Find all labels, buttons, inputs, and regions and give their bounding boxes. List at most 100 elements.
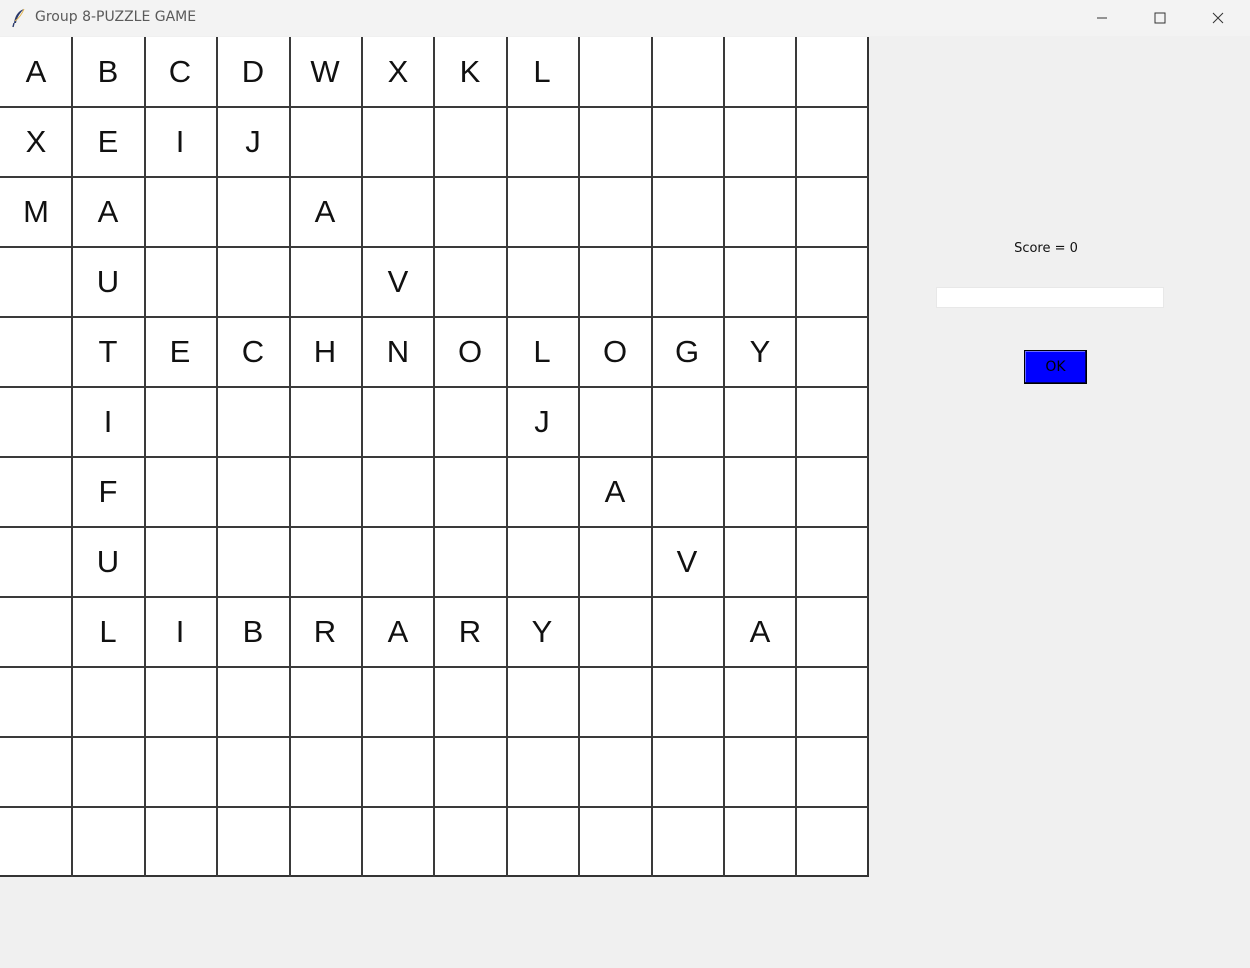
grid-cell[interactable]: L (72, 597, 144, 667)
grid-cell[interactable] (579, 527, 651, 597)
grid-cell[interactable]: J (506, 387, 578, 457)
grid-cell[interactable] (434, 807, 506, 877)
grid-cell[interactable] (289, 667, 361, 737)
grid-cell[interactable] (217, 737, 289, 807)
grid-cell[interactable]: R (289, 597, 361, 667)
grid-cell[interactable] (362, 807, 434, 877)
grid-cell[interactable] (506, 177, 578, 247)
grid-cell[interactable]: Y (724, 317, 796, 387)
grid-cell[interactable] (289, 247, 361, 317)
grid-cell[interactable] (651, 457, 723, 527)
grid-cell[interactable] (0, 737, 72, 807)
grid-cell[interactable]: Y (506, 597, 578, 667)
grid-cell[interactable] (579, 667, 651, 737)
grid-cell[interactable]: A (724, 597, 796, 667)
title-bar[interactable]: Group 8-PUZZLE GAME (0, 0, 1250, 36)
grid-cell[interactable] (506, 737, 578, 807)
grid-cell[interactable] (796, 807, 868, 877)
close-button[interactable] (1189, 0, 1247, 36)
grid-cell[interactable] (579, 737, 651, 807)
grid-cell[interactable] (289, 527, 361, 597)
grid-cell[interactable] (0, 807, 72, 877)
grid-cell[interactable]: D (217, 37, 289, 107)
grid-cell[interactable]: X (362, 37, 434, 107)
grid-cell[interactable]: G (651, 317, 723, 387)
grid-cell[interactable] (796, 247, 868, 317)
grid-cell[interactable] (651, 597, 723, 667)
grid-cell[interactable]: H (289, 317, 361, 387)
grid-cell[interactable] (72, 807, 144, 877)
grid-cell[interactable]: L (506, 37, 578, 107)
grid-cell[interactable] (144, 457, 216, 527)
grid-cell[interactable] (289, 737, 361, 807)
grid-cell[interactable] (362, 667, 434, 737)
grid-cell[interactable] (579, 597, 651, 667)
grid-cell[interactable] (217, 807, 289, 877)
grid-cell[interactable] (579, 37, 651, 107)
grid-cell[interactable] (362, 387, 434, 457)
grid-cell[interactable] (0, 597, 72, 667)
grid-cell[interactable] (434, 387, 506, 457)
grid-cell[interactable]: A (579, 457, 651, 527)
grid-cell[interactable] (506, 107, 578, 177)
minimize-button[interactable] (1073, 0, 1131, 36)
grid-cell[interactable] (506, 667, 578, 737)
grid-cell[interactable] (217, 387, 289, 457)
grid-cell[interactable]: O (434, 317, 506, 387)
grid-cell[interactable] (434, 107, 506, 177)
grid-cell[interactable] (796, 317, 868, 387)
grid-cell[interactable]: U (72, 247, 144, 317)
grid-cell[interactable] (506, 807, 578, 877)
grid-cell[interactable] (0, 387, 72, 457)
grid-cell[interactable] (579, 807, 651, 877)
grid-cell[interactable] (796, 387, 868, 457)
grid-cell[interactable] (0, 527, 72, 597)
grid-cell[interactable] (217, 527, 289, 597)
grid-cell[interactable] (144, 247, 216, 317)
grid-cell[interactable]: V (651, 527, 723, 597)
grid-cell[interactable]: T (72, 317, 144, 387)
grid-cell[interactable] (724, 807, 796, 877)
grid-cell[interactable]: I (72, 387, 144, 457)
grid-cell[interactable] (724, 247, 796, 317)
grid-cell[interactable] (289, 387, 361, 457)
grid-cell[interactable]: B (217, 597, 289, 667)
grid-cell[interactable] (217, 177, 289, 247)
grid-cell[interactable] (796, 527, 868, 597)
answer-input[interactable] (936, 287, 1164, 308)
grid-cell[interactable]: R (434, 597, 506, 667)
grid-cell[interactable] (796, 457, 868, 527)
grid-cell[interactable] (724, 667, 796, 737)
grid-cell[interactable] (144, 737, 216, 807)
grid-cell[interactable] (362, 737, 434, 807)
grid-cell[interactable] (434, 247, 506, 317)
grid-cell[interactable]: A (72, 177, 144, 247)
grid-cell[interactable] (506, 247, 578, 317)
grid-cell[interactable] (651, 107, 723, 177)
grid-cell[interactable] (651, 37, 723, 107)
grid-cell[interactable]: A (0, 37, 72, 107)
maximize-button[interactable] (1131, 0, 1189, 36)
grid-cell[interactable]: K (434, 37, 506, 107)
grid-cell[interactable] (434, 177, 506, 247)
grid-cell[interactable] (434, 667, 506, 737)
grid-cell[interactable] (796, 667, 868, 737)
grid-cell[interactable] (724, 37, 796, 107)
grid-cell[interactable] (796, 107, 868, 177)
grid-cell[interactable] (362, 177, 434, 247)
grid-cell[interactable]: E (144, 317, 216, 387)
grid-cell[interactable] (506, 527, 578, 597)
grid-cell[interactable] (796, 37, 868, 107)
grid-cell[interactable] (651, 737, 723, 807)
grid-cell[interactable] (144, 177, 216, 247)
grid-cell[interactable]: E (72, 107, 144, 177)
grid-cell[interactable] (144, 807, 216, 877)
grid-cell[interactable]: A (362, 597, 434, 667)
grid-cell[interactable] (796, 597, 868, 667)
grid-cell[interactable] (144, 667, 216, 737)
grid-cell[interactable] (579, 247, 651, 317)
grid-cell[interactable] (724, 177, 796, 247)
grid-cell[interactable]: V (362, 247, 434, 317)
grid-cell[interactable] (0, 457, 72, 527)
grid-cell[interactable]: X (0, 107, 72, 177)
